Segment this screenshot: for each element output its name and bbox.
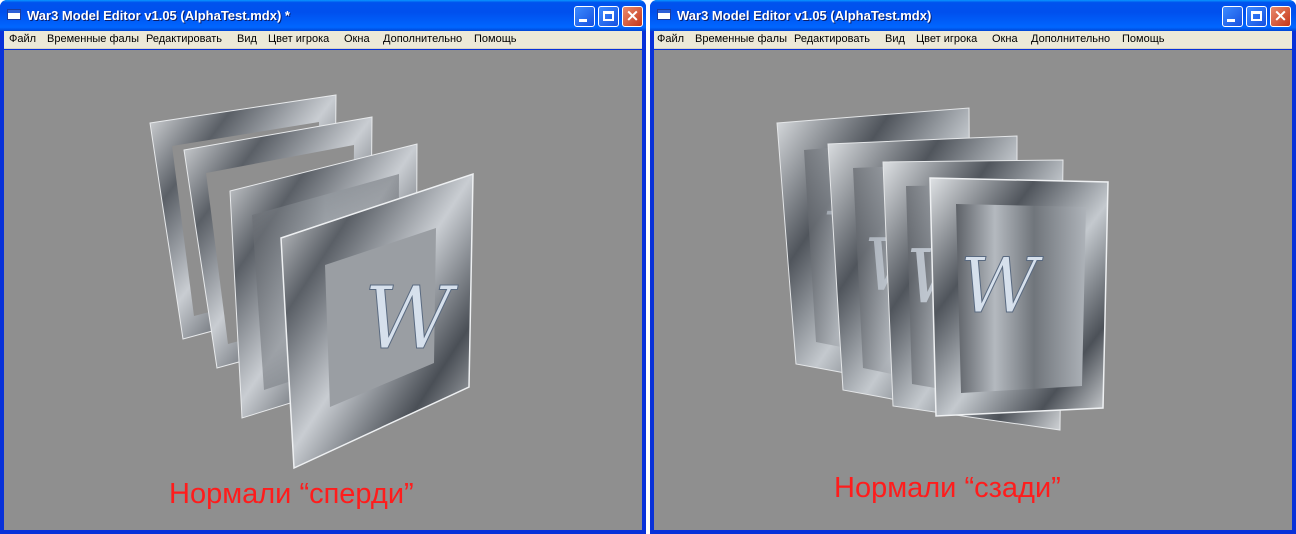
texture-letter: W — [960, 241, 1044, 330]
maximize-button[interactable] — [598, 6, 619, 27]
menu-file[interactable]: Файл — [657, 33, 684, 45]
menu-team-color[interactable]: Цвет игрока — [268, 33, 329, 45]
minimize-icon — [1227, 19, 1235, 22]
window-title: War3 Model Editor v1.05 (AlphaTest.mdx) … — [27, 8, 290, 23]
texture-plane: W — [929, 177, 1109, 417]
model-viewport[interactable]: W W W W Нормали “сзади” — [654, 50, 1292, 530]
maximize-button[interactable] — [1246, 6, 1267, 27]
maximize-icon — [1251, 11, 1262, 21]
menu-view[interactable]: Вид — [237, 33, 257, 45]
menu-temp-files[interactable]: Временные фалы — [695, 33, 787, 45]
window-title: War3 Model Editor v1.05 (AlphaTest.mdx) — [677, 8, 932, 23]
minimize-icon — [579, 19, 587, 22]
maximize-icon — [603, 11, 614, 21]
menu-help[interactable]: Помощь — [1122, 33, 1165, 45]
model-render: W W W W — [776, 107, 1109, 431]
app-icon — [657, 9, 671, 20]
app-icon — [7, 9, 21, 20]
menu-bar: Файл Временные фалы Редактировать Вид Цв… — [654, 31, 1292, 49]
normals-caption: Нормали “сзади” — [834, 472, 1061, 504]
model-render: W — [149, 94, 474, 470]
menu-view[interactable]: Вид — [885, 33, 905, 45]
menu-extras[interactable]: Дополнительно — [383, 33, 462, 45]
close-button[interactable]: × — [1270, 6, 1291, 27]
menu-extras[interactable]: Дополнительно — [1031, 33, 1110, 45]
menu-temp-files[interactable]: Временные фалы — [47, 33, 139, 45]
menu-file[interactable]: Файл — [9, 33, 36, 45]
texture-letter: W — [364, 269, 459, 369]
close-button[interactable]: × — [622, 6, 643, 27]
menu-windows[interactable]: Окна — [344, 33, 370, 45]
menu-bar: Файл Временные фалы Редактировать Вид Цв… — [4, 31, 642, 49]
menu-team-color[interactable]: Цвет игрока — [916, 33, 977, 45]
title-bar[interactable]: War3 Model Editor v1.05 (AlphaTest.mdx) … — [650, 0, 1296, 31]
normals-caption: Нормали “сперди” — [169, 478, 414, 510]
title-bar[interactable]: War3 Model Editor v1.05 (AlphaTest.mdx) … — [0, 0, 646, 31]
minimize-button[interactable] — [574, 6, 595, 27]
menu-windows[interactable]: Окна — [992, 33, 1018, 45]
menu-edit[interactable]: Редактировать — [146, 33, 222, 45]
model-viewport[interactable]: W Нормали “сперди” — [4, 50, 642, 530]
menu-edit[interactable]: Редактировать — [794, 33, 870, 45]
close-icon: × — [625, 6, 640, 26]
menu-help[interactable]: Помощь — [474, 33, 517, 45]
editor-window-front: War3 Model Editor v1.05 (AlphaTest.mdx) … — [0, 0, 646, 534]
close-icon: × — [1273, 6, 1288, 26]
minimize-button[interactable] — [1222, 6, 1243, 27]
editor-window-back: War3 Model Editor v1.05 (AlphaTest.mdx) … — [650, 0, 1296, 534]
